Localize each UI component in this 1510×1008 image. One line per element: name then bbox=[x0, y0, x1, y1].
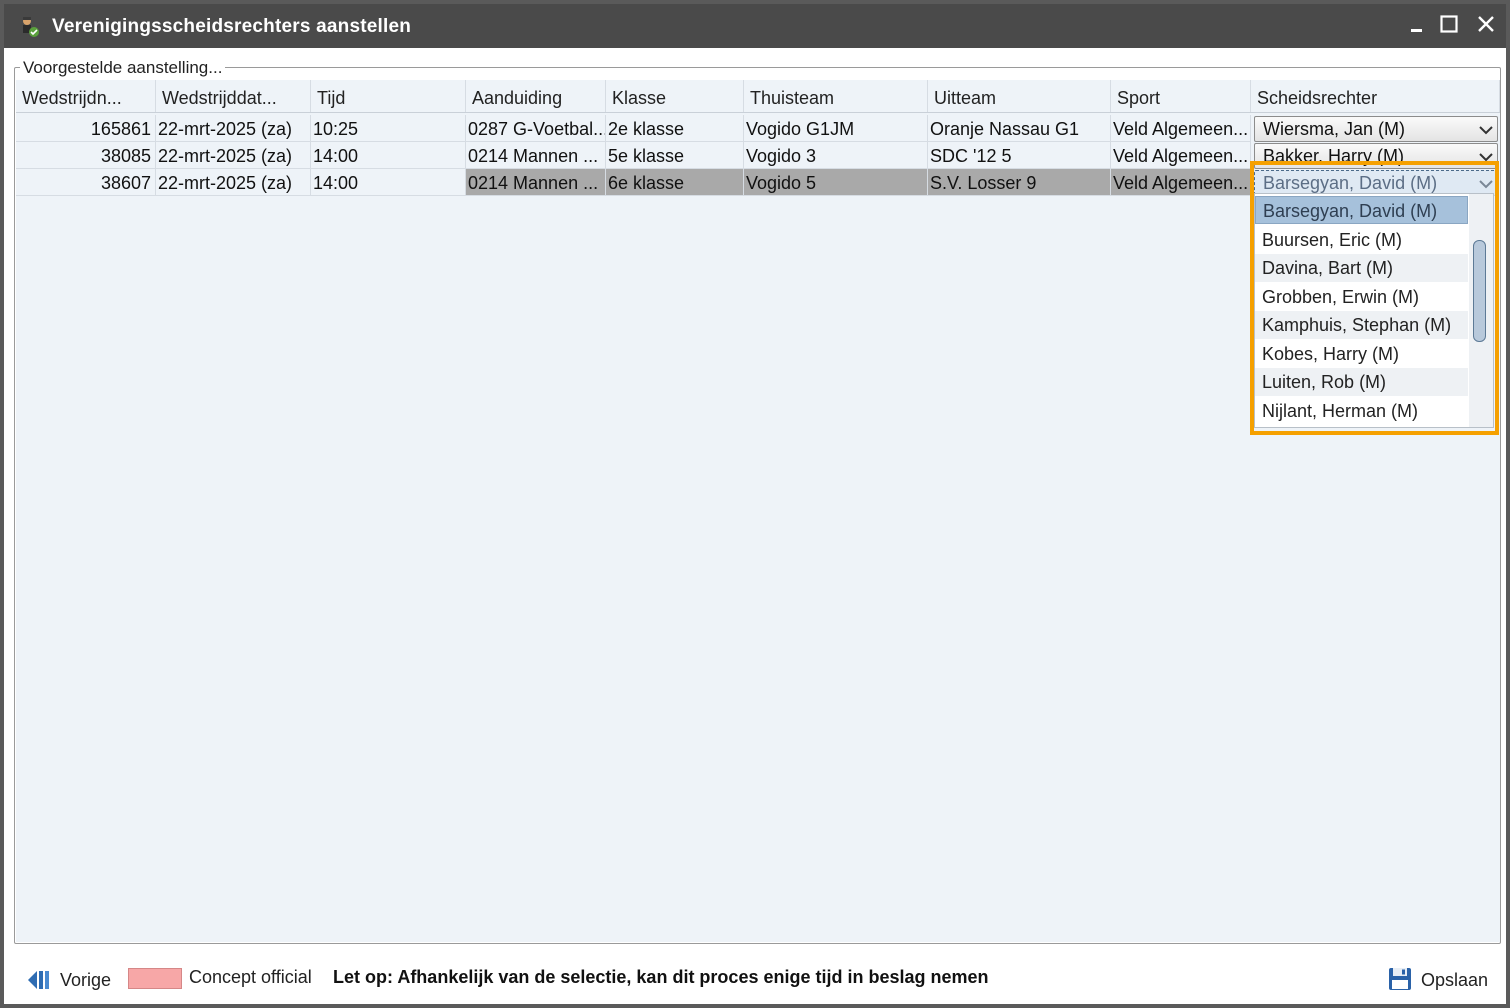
cell-nummer: 165861 bbox=[16, 115, 156, 142]
dropdown-option[interactable]: Luiten, Rob (M) bbox=[1255, 368, 1468, 396]
cell-datum: 22-mrt-2025 (za) bbox=[156, 169, 311, 196]
dropdown-option[interactable]: Kamphuis, Stephan (M) bbox=[1255, 311, 1468, 339]
save-button[interactable]: Opslaan bbox=[1388, 965, 1488, 995]
cell-klasse: 5e klasse bbox=[606, 142, 744, 169]
column-header-wedstrijdnummer[interactable]: Wedstrijdn... bbox=[16, 80, 156, 112]
back-button[interactable]: Vorige bbox=[26, 966, 111, 996]
cell-aanduiding: 0214 Mannen ... bbox=[466, 169, 606, 196]
cell-thuisteam: Vogido G1JM bbox=[744, 115, 928, 142]
dropdown-option[interactable]: Davina, Bart (M) bbox=[1255, 254, 1468, 282]
column-header-uitteam[interactable]: Uitteam bbox=[928, 80, 1111, 112]
back-button-label: Vorige bbox=[60, 970, 112, 990]
minimize-button[interactable] bbox=[1400, 10, 1434, 42]
concept-official-label: Concept official bbox=[189, 967, 312, 987]
dropdown-option[interactable]: Barsegyan, David (M) bbox=[1255, 196, 1468, 224]
window-title: Verenigingsscheidsrechters aanstellen bbox=[52, 16, 412, 37]
maximize-button[interactable] bbox=[1432, 10, 1466, 42]
cell-klasse: 2e klasse bbox=[606, 115, 744, 142]
title-bar[interactable]: Verenigingsscheidsrechters aanstellen bbox=[4, 4, 1506, 48]
referee-combobox-value: Wiersma, Jan (M) bbox=[1263, 119, 1406, 139]
cell-aanduiding: 0214 Mannen ... bbox=[466, 142, 606, 169]
save-button-label: Opslaan bbox=[1421, 970, 1489, 990]
cell-aanduiding: 0287 G-Voetbal... bbox=[466, 115, 606, 142]
cell-tijd: 14:00 bbox=[311, 142, 466, 169]
column-header-thuisteam[interactable]: Thuisteam bbox=[744, 80, 928, 112]
minimize-icon bbox=[1411, 29, 1422, 32]
maximize-icon bbox=[1440, 15, 1458, 33]
chevron-down-icon bbox=[1479, 126, 1493, 135]
column-header-wedstrijddatum[interactable]: Wedstrijddat... bbox=[156, 80, 311, 112]
cell-tijd: 10:25 bbox=[311, 115, 466, 142]
cell-datum: 22-mrt-2025 (za) bbox=[156, 142, 311, 169]
referee-icon bbox=[23, 17, 39, 37]
close-button[interactable] bbox=[1469, 10, 1503, 42]
referee-dropdown-list[interactable]: Barsegyan, David (M) Buursen, Eric (M) D… bbox=[1254, 193, 1494, 428]
cell-sport: Veld Algemeen... bbox=[1111, 142, 1251, 169]
dropdown-option[interactable]: Kobes, Harry (M) bbox=[1255, 340, 1468, 368]
dialog-window: Verenigingsscheidsrechters aanstellen Vo… bbox=[0, 0, 1510, 1008]
concept-official-swatch bbox=[128, 968, 182, 989]
column-header-klasse[interactable]: Klasse bbox=[606, 80, 744, 112]
close-icon bbox=[1478, 16, 1494, 32]
cell-sport: Veld Algemeen... bbox=[1111, 169, 1251, 196]
cell-klasse: 6e klasse bbox=[606, 169, 744, 196]
column-header-aanduiding[interactable]: Aanduiding bbox=[466, 80, 606, 112]
processing-notice: Let op: Afhankelijk van de selectie, kan… bbox=[333, 967, 989, 987]
column-header-tijd[interactable]: Tijd bbox=[311, 80, 466, 112]
cell-thuisteam: Vogido 5 bbox=[744, 169, 928, 196]
cell-uitteam: Oranje Nassau G1 bbox=[928, 115, 1111, 142]
group-legend: Voorgestelde aanstelling... bbox=[20, 58, 226, 78]
cell-thuisteam: Vogido 3 bbox=[744, 142, 928, 169]
cell-uitteam: S.V. Losser 9 bbox=[928, 169, 1111, 196]
cell-nummer: 38085 bbox=[16, 142, 156, 169]
dropdown-option[interactable]: Grobben, Erwin (M) bbox=[1255, 283, 1468, 311]
column-header-scheidsrechter[interactable]: Scheidsrechter bbox=[1251, 80, 1500, 112]
header-divider bbox=[16, 112, 1500, 113]
table-row[interactable]: 165861 22-mrt-2025 (za) 10:25 0287 G-Voe… bbox=[16, 115, 1500, 142]
cell-sport: Veld Algemeen... bbox=[1111, 115, 1251, 142]
referee-combobox[interactable]: Wiersma, Jan (M) bbox=[1254, 116, 1498, 142]
dropdown-option[interactable]: Buursen, Eric (M) bbox=[1255, 226, 1468, 254]
dropdown-scrollbar[interactable] bbox=[1469, 194, 1493, 427]
floppy-disk-icon bbox=[1389, 968, 1411, 990]
back-arrow-icon bbox=[28, 971, 49, 989]
cell-datum: 22-mrt-2025 (za) bbox=[156, 115, 311, 142]
column-header-sport[interactable]: Sport bbox=[1111, 80, 1251, 112]
scrollbar-thumb[interactable] bbox=[1473, 240, 1486, 342]
footer-bar: Vorige Concept official Let op: Afhankel… bbox=[4, 948, 1506, 1008]
cell-nummer: 38607 bbox=[16, 169, 156, 196]
dropdown-option[interactable]: Nijlant, Herman (M) bbox=[1255, 397, 1468, 425]
cell-tijd: 14:00 bbox=[311, 169, 466, 196]
cell-uitteam: SDC '12 5 bbox=[928, 142, 1111, 169]
